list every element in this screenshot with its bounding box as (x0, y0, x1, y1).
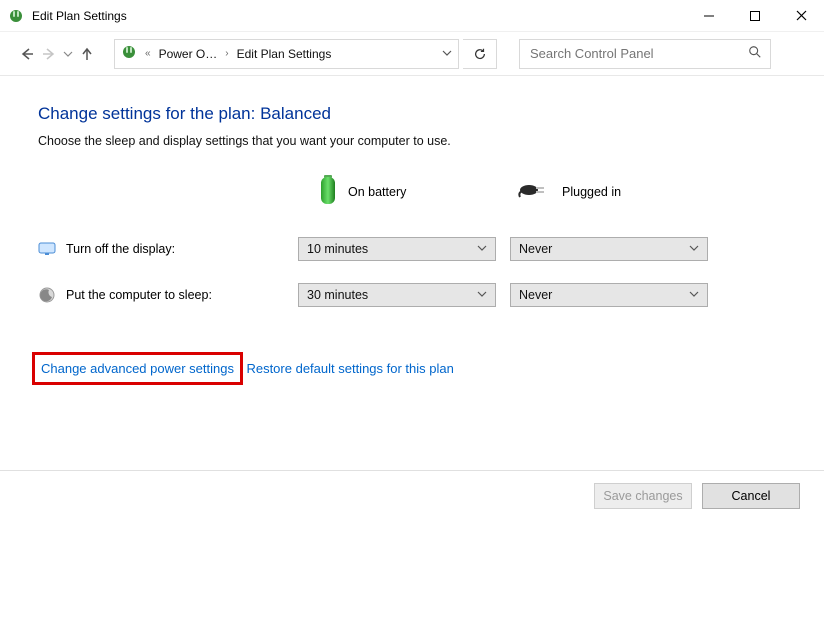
breadcrumb-separator: « (143, 48, 153, 59)
column-plugged-in: Plugged in (518, 181, 718, 202)
display-plugged-select[interactable]: Never (510, 237, 708, 261)
row-sleep-label: Put the computer to sleep: (66, 288, 212, 302)
link-restore-defaults[interactable]: Restore default settings for this plan (246, 361, 453, 376)
sleep-plugged-select[interactable]: Never (510, 283, 708, 307)
sleep-plugged-value: Never (519, 288, 552, 302)
chevron-down-icon[interactable] (442, 47, 452, 61)
save-button: Save changes (594, 483, 692, 509)
battery-icon (318, 174, 338, 209)
search-box[interactable] (519, 39, 771, 69)
display-battery-select[interactable]: 10 minutes (298, 237, 496, 261)
page-heading: Change settings for the plan: Balanced (38, 104, 824, 124)
link-advanced-power[interactable]: Change advanced power settings (41, 361, 234, 376)
recent-dropdown[interactable] (62, 45, 74, 63)
column-plugged-in-label: Plugged in (562, 185, 621, 199)
column-headers: On battery Plugged in (318, 174, 824, 209)
plug-icon (518, 181, 552, 202)
chevron-down-icon (477, 242, 487, 256)
search-icon (748, 45, 762, 62)
address-bar[interactable]: « Power O… › Edit Plan Settings (114, 39, 459, 69)
app-icon (8, 8, 24, 24)
refresh-button[interactable] (463, 39, 497, 69)
control-panel-icon (121, 44, 137, 63)
maximize-button[interactable] (732, 0, 778, 31)
nav-bar: « Power O… › Edit Plan Settings (0, 32, 824, 76)
page-subheading: Choose the sleep and display settings th… (38, 134, 824, 148)
back-button[interactable] (18, 45, 36, 63)
breadcrumb-item-power[interactable]: Power O… (159, 47, 218, 61)
row-display: Turn off the display: 10 minutes Never (38, 237, 824, 261)
chevron-down-icon (477, 288, 487, 302)
titlebar: Edit Plan Settings (0, 0, 824, 32)
row-sleep: Put the computer to sleep: 30 minutes Ne… (38, 283, 824, 307)
chevron-down-icon (689, 242, 699, 256)
cancel-button[interactable]: Cancel (702, 483, 800, 509)
row-display-label: Turn off the display: (66, 242, 175, 256)
cancel-button-label: Cancel (732, 489, 771, 503)
sleep-battery-value: 30 minutes (307, 288, 368, 302)
advanced-link-highlight: Change advanced power settings (32, 352, 243, 385)
minimize-button[interactable] (686, 0, 732, 31)
display-icon (38, 240, 56, 258)
search-input[interactable] (528, 45, 748, 62)
display-plugged-value: Never (519, 242, 552, 256)
up-button[interactable] (78, 45, 96, 63)
close-button[interactable] (778, 0, 824, 31)
sleep-battery-select[interactable]: 30 minutes (298, 283, 496, 307)
links: Change advanced power settings Restore d… (38, 351, 824, 401)
column-on-battery: On battery (318, 174, 518, 209)
content: Change settings for the plan: Balanced C… (0, 76, 824, 401)
chevron-right-icon: › (223, 48, 230, 59)
button-bar: Save changes Cancel (0, 470, 824, 521)
save-button-label: Save changes (603, 489, 682, 503)
column-on-battery-label: On battery (348, 185, 406, 199)
forward-button[interactable] (40, 45, 58, 63)
window-title: Edit Plan Settings (32, 9, 686, 23)
display-battery-value: 10 minutes (307, 242, 368, 256)
sleep-icon (38, 286, 56, 304)
chevron-down-icon (689, 288, 699, 302)
breadcrumb-item-current[interactable]: Edit Plan Settings (237, 47, 332, 61)
